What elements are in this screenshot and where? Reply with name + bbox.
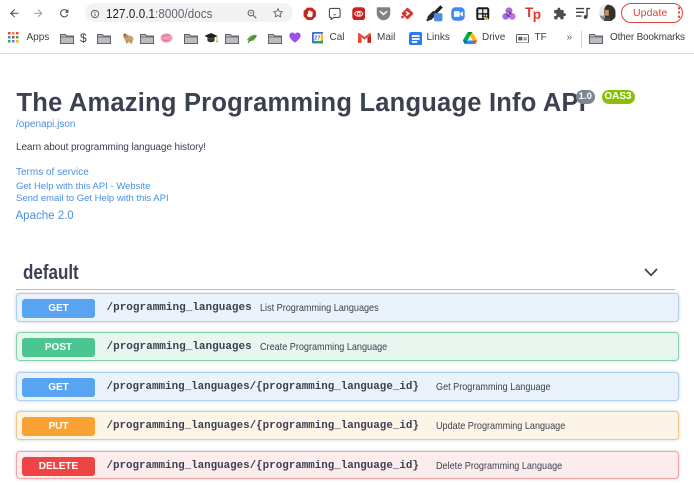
svg-text:27: 27 (314, 36, 320, 42)
